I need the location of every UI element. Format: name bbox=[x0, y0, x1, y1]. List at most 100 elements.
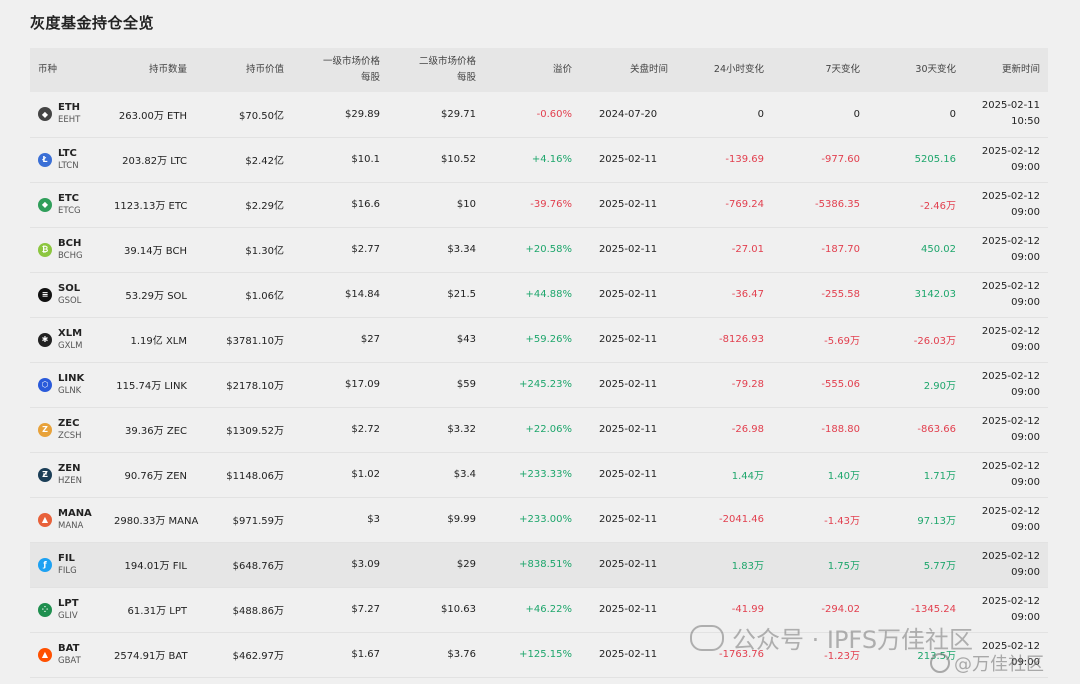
secondary-price-cell: $29.71 bbox=[441, 108, 476, 120]
coin-symbol: LPT bbox=[58, 597, 79, 609]
change-7d-cell: -5386.35 bbox=[815, 199, 860, 210]
change-7d-cell: -977.60 bbox=[821, 154, 860, 165]
etc-icon: ◆ bbox=[38, 197, 52, 212]
bch-icon: ₿ bbox=[38, 242, 52, 257]
change-7d-cell: -5.69万 bbox=[824, 336, 860, 347]
header-change-24h[interactable]: 24小时变化 bbox=[676, 48, 772, 92]
header-coin[interactable]: 币种 bbox=[30, 48, 106, 92]
header-primary-price[interactable]: 一级市场价格 每股 bbox=[292, 48, 388, 92]
coin-box: Ƶ ZEN HZEN bbox=[38, 462, 98, 488]
table-row[interactable]: ƒ FIL FILG 194.01万 FIL $648.76万 $3.09 $2… bbox=[30, 542, 1048, 587]
link-icon: ⬡ bbox=[38, 377, 52, 392]
change-7d-cell: 0 bbox=[853, 108, 860, 120]
header-secondary-price-label: 二级市场价格 bbox=[418, 56, 476, 67]
coin-ticker: GXLM bbox=[58, 340, 83, 351]
change-24h-cell: -8126.93 bbox=[719, 334, 764, 345]
coin-glyph: ◆ bbox=[41, 200, 49, 209]
header-primary-price-label: 一级市场价格 bbox=[322, 56, 380, 67]
table-row[interactable]: ◆ ETC ETCG 1123.13万 ETC $2.29亿 $16.6 $10… bbox=[30, 182, 1048, 227]
coin-glyph: ƒ bbox=[43, 560, 47, 569]
coin-symbol: XLM bbox=[58, 327, 83, 339]
coin-symbol: LINK bbox=[58, 372, 85, 384]
header-primary-price-unit: 每股 bbox=[360, 72, 380, 83]
quantity-cell: 115.74万 LINK bbox=[116, 381, 187, 392]
updated-date: 2025-02-12 bbox=[981, 595, 1040, 607]
value-cell: $3781.10万 bbox=[226, 336, 284, 347]
primary-price-cell: $29.89 bbox=[345, 108, 380, 120]
updated-time: 09:00 bbox=[1011, 611, 1040, 623]
updated-cell: 2025-02-11 10:50 bbox=[964, 92, 1048, 137]
secondary-price-cell: $29 bbox=[456, 559, 476, 570]
primary-price-cell: $2.72 bbox=[351, 424, 380, 435]
coin-box: ƒ FIL FILG bbox=[38, 552, 98, 578]
value-cell: $462.97万 bbox=[232, 651, 284, 662]
table-row[interactable]: Z ZEC ZCSH 39.36万 ZEC $1309.52万 $2.72 $3… bbox=[30, 407, 1048, 452]
coin-glyph: ≡ bbox=[41, 290, 49, 299]
mana-icon: ▲ bbox=[38, 512, 52, 527]
updated-date: 2025-02-12 bbox=[981, 505, 1040, 517]
eth-icon: ◆ bbox=[38, 107, 52, 122]
quantity-cell: 39.14万 BCH bbox=[124, 246, 187, 257]
header-secondary-price[interactable]: 二级市场价格 每股 bbox=[388, 48, 484, 92]
updated-date: 2025-02-12 bbox=[981, 460, 1040, 472]
table-row[interactable]: ▲ MANA MANA 2980.33万 MANA $971.59万 $3 $9… bbox=[30, 497, 1048, 542]
updated-cell: 2025-02-12 09:00 bbox=[964, 317, 1048, 362]
change-24h-cell: -36.47 bbox=[731, 289, 764, 300]
xlm-icon: ✱ bbox=[38, 332, 52, 347]
primary-price-cell: $17.09 bbox=[345, 379, 380, 390]
coin-text: ETC ETCG bbox=[58, 192, 81, 218]
value-cell: $1148.06万 bbox=[226, 471, 284, 482]
table-row[interactable]: ₿ BCH BCHG 39.14万 BCH $1.30亿 $2.77 $3.34… bbox=[30, 227, 1048, 272]
table-row[interactable]: Ƶ ZEN HZEN 90.76万 ZEN $1148.06万 $1.02 $3… bbox=[30, 452, 1048, 497]
table-row[interactable]: ✱ XLM GXLM 1.19亿 XLM $3781.10万 $27 $43 +… bbox=[30, 317, 1048, 362]
change-30d-cell: 0 bbox=[949, 108, 956, 120]
header-quantity[interactable]: 持币数量 bbox=[106, 48, 195, 92]
change-24h-cell: -79.28 bbox=[731, 379, 764, 390]
quantity-cell: 1.19亿 XLM bbox=[130, 336, 188, 347]
header-premium[interactable]: 溢价 bbox=[484, 48, 580, 92]
weibo-icon bbox=[930, 653, 950, 673]
coin-glyph: Z bbox=[42, 425, 48, 434]
change-7d-cell: -1.43万 bbox=[824, 516, 860, 527]
updated-cell: 2025-02-12 09:00 bbox=[964, 497, 1048, 542]
close-time-cell: 2025-02-11 bbox=[598, 379, 658, 390]
table-row[interactable]: ≡ SOL GSOL 53.29万 SOL $1.06亿 $14.84 $21.… bbox=[30, 272, 1048, 317]
premium-cell: +59.26% bbox=[525, 334, 572, 345]
updated-date: 2025-02-12 bbox=[981, 145, 1040, 157]
table-row[interactable]: ◆ ETH EEHT 263.00万 ETH $70.50亿 $29.89 $2… bbox=[30, 92, 1048, 137]
coin-glyph: Ł bbox=[42, 155, 48, 164]
updated-date: 2025-02-12 bbox=[981, 370, 1040, 382]
holdings-table: 币种 持币数量 持币价值 一级市场价格 每股 二级市场价格 每股 溢价 关盘时间… bbox=[30, 48, 1048, 678]
coin-cell: Ƶ ZEN HZEN bbox=[30, 452, 106, 497]
change-7d-cell: -187.70 bbox=[821, 244, 860, 255]
secondary-price-cell: $3.4 bbox=[453, 469, 476, 480]
header-updated[interactable]: 更新时间 bbox=[964, 48, 1048, 92]
header-value[interactable]: 持币价值 bbox=[195, 48, 292, 92]
updated-date: 2025-02-12 bbox=[981, 235, 1040, 247]
coin-text: ETH EEHT bbox=[58, 101, 80, 127]
ltc-icon: Ł bbox=[38, 152, 52, 167]
coin-glyph: ▲ bbox=[41, 650, 49, 659]
primary-price-cell: $1.02 bbox=[351, 469, 380, 480]
coin-ticker: LTCN bbox=[58, 160, 79, 171]
watermark-text-secondary: @万佳社区 bbox=[954, 654, 1044, 675]
change-30d-cell: -2.46万 bbox=[920, 201, 956, 212]
header-change-30d[interactable]: 30天变化 bbox=[868, 48, 964, 92]
coin-cell: ƒ FIL FILG bbox=[30, 542, 106, 587]
header-close-time[interactable]: 关盘时间 bbox=[580, 48, 676, 92]
primary-price-cell: $1.67 bbox=[351, 649, 380, 660]
updated-cell: 2025-02-12 09:00 bbox=[964, 362, 1048, 407]
table-row[interactable]: ⬡ LINK GLNK 115.74万 LINK $2178.10万 $17.0… bbox=[30, 362, 1048, 407]
table-row[interactable]: Ł LTC LTCN 203.82万 LTC $2.42亿 $10.1 $10.… bbox=[30, 137, 1048, 182]
coin-box: ▲ MANA MANA bbox=[38, 507, 98, 533]
quantity-cell: 2980.33万 MANA bbox=[114, 516, 199, 527]
sol-icon: ≡ bbox=[38, 287, 52, 302]
value-cell: $488.86万 bbox=[232, 606, 284, 617]
coin-text: SOL GSOL bbox=[58, 282, 81, 308]
header-change-7d[interactable]: 7天变化 bbox=[772, 48, 868, 92]
updated-time: 09:00 bbox=[1011, 341, 1040, 353]
updated-time: 09:00 bbox=[1011, 161, 1040, 173]
change-30d-cell: -863.66 bbox=[917, 424, 956, 435]
updated-cell: 2025-02-12 09:00 bbox=[964, 272, 1048, 317]
premium-cell: +20.58% bbox=[525, 244, 572, 255]
